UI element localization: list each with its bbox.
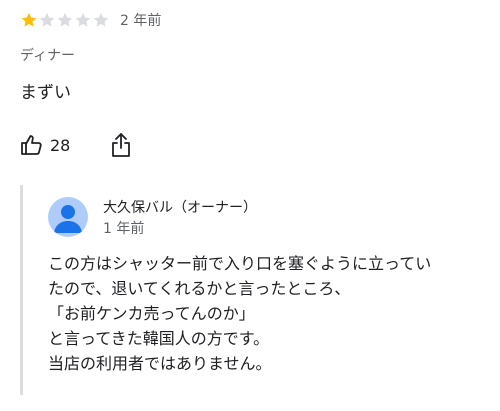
rating-row: 2 年前 [20, 9, 161, 31]
review-text: まずい [20, 83, 71, 103]
owner-reply-line: たので、退いてくれるかと言ったところ、 [48, 279, 351, 298]
review-actions: 28 [20, 130, 132, 160]
owner-reply-line: この方はシャッター前で入り口を塞ぐように立ってい [48, 254, 432, 273]
share-icon [112, 133, 131, 157]
star-icon [93, 12, 109, 27]
like-count: 28 [50, 135, 71, 155]
owner-reply-line: と言ってきた韓国人の方です。 [48, 329, 270, 348]
person-icon [54, 205, 82, 233]
thumbs-up-icon [21, 135, 42, 155]
review-time: 2 年前 [120, 13, 162, 29]
owner-response: 大久保バル（オーナー） 1 年前 この方はシャッター前で入り口を塞ぐように立って… [20, 185, 500, 395]
share-button[interactable] [110, 132, 132, 158]
meal-type: ディナー [20, 48, 76, 64]
owner-name: 大久保バル（オーナー） [103, 200, 257, 216]
avatar [48, 197, 88, 237]
owner-response-time: 1 年前 [103, 221, 145, 237]
star-rating [20, 11, 110, 29]
review-card: 2 年前 ディナー まずい 28 大久保バル（オーナー） 1 年前 この方はシャ… [0, 0, 500, 411]
star-icon [39, 12, 55, 27]
star-icon [57, 12, 73, 27]
star-icon [75, 12, 91, 27]
star-icon [21, 12, 37, 27]
owner-reply-line: 当店の利用者ではありません。 [48, 354, 272, 373]
owner-reply-text: この方はシャッター前で入り口を塞ぐように立ってい たので、退いてくれるかと言った… [48, 251, 498, 376]
owner-reply-line: 「お前ケンカ売ってんのか」 [48, 304, 255, 323]
like-button[interactable]: 28 [20, 133, 70, 157]
